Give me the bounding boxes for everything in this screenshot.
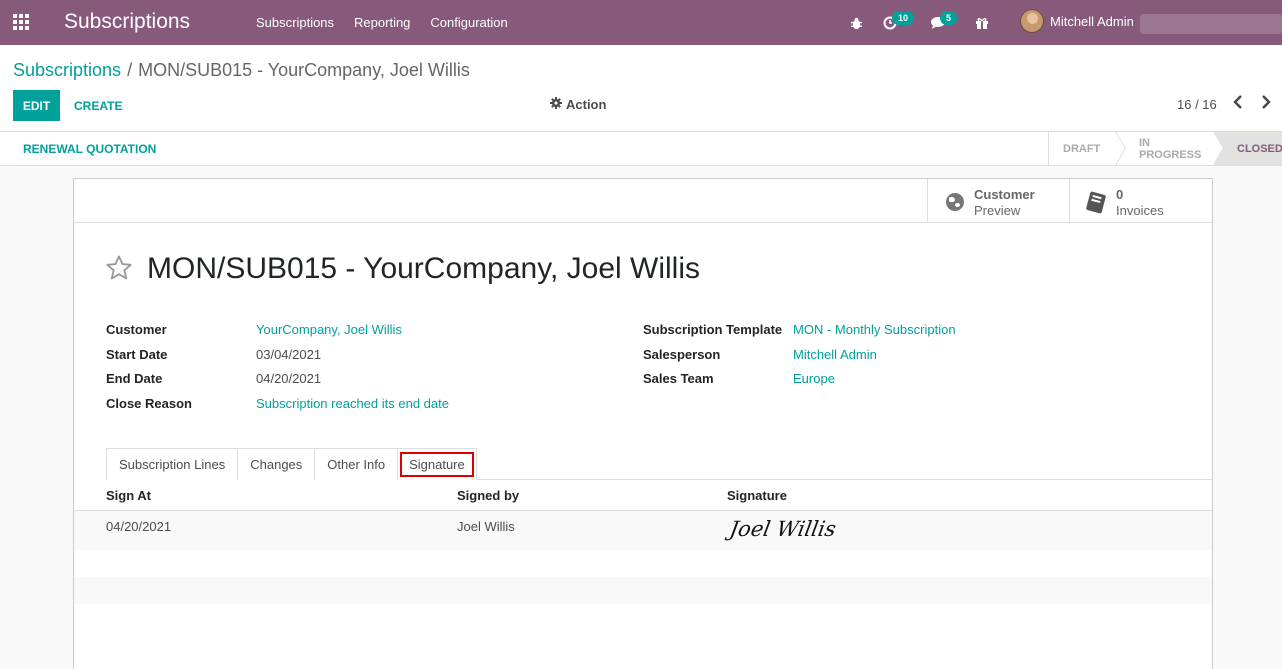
sign-at-cell: 04/20/2021 <box>106 519 172 534</box>
action-label: Action <box>566 97 607 112</box>
renewal-quotation-button[interactable]: RENEWAL QUOTATION <box>23 142 156 156</box>
gift-icon[interactable] <box>972 13 992 33</box>
user-menu[interactable]: Mitchell Admin <box>1020 9 1134 33</box>
table-row[interactable]: 04/20/2021 Joel Willis Joel Willis <box>74 511 1212 550</box>
statusbar: RENEWAL QUOTATION DRAFT IN PROGRESS CLOS… <box>0 132 1282 166</box>
stage-closed[interactable]: CLOSED <box>1214 132 1282 165</box>
smart-button-box: Customer Preview 0 Invoices <box>74 179 1212 223</box>
close-reason-label: Close Reason <box>106 396 192 411</box>
breadcrumb-separator: / <box>127 60 133 80</box>
notebook-tabs: Subscription Lines Changes Other Info Si… <box>106 448 1212 480</box>
message-count-badge: 5 <box>940 11 958 25</box>
pager-value[interactable]: 16 / 16 <box>1177 97 1217 112</box>
control-panel: Subscriptions / MON/SUB015 - YourCompany, … <box>0 45 1282 132</box>
empty-table-row <box>74 550 1212 577</box>
customer-value[interactable]: YourCompany, Joel Willis <box>256 322 402 337</box>
globe-icon <box>946 193 966 213</box>
salesperson-value[interactable]: Mitchell Admin <box>793 347 877 362</box>
column-header-signed-by[interactable]: Signed by <box>457 488 519 503</box>
column-header-sign-at[interactable]: Sign At <box>106 488 151 503</box>
apps-icon[interactable] <box>13 14 31 30</box>
signed-by-cell: Joel Willis <box>457 519 515 534</box>
close-reason-value[interactable]: Subscription reached its end date <box>256 396 449 411</box>
start-date-value: 03/04/2021 <box>256 347 322 362</box>
end-date-value: 04/20/2021 <box>256 371 322 386</box>
customer-label: Customer <box>106 322 167 337</box>
menu-item-configuration[interactable]: Configuration <box>430 15 507 30</box>
avatar <box>1020 9 1044 33</box>
form-sheet: Customer Preview 0 Invoices MON/SUB015 -… <box>73 178 1213 669</box>
customer-preview-label: Customer Preview <box>974 187 1035 218</box>
activity-count-badge: 10 <box>892 11 915 25</box>
column-header-signature[interactable]: Signature <box>727 488 787 503</box>
stage-label: IN PROGRESS <box>1139 136 1202 161</box>
stage-draft[interactable]: DRAFT <box>1048 132 1126 165</box>
gear-icon <box>550 97 562 112</box>
clock-icon[interactable]: 10 <box>880 11 915 33</box>
table-header: Sign At Signed by Signature <box>74 480 1212 511</box>
invoices-label: 0 Invoices <box>1116 187 1164 218</box>
tab-signature-label: Signature <box>400 452 474 477</box>
breadcrumb-current: MON/SUB015 - YourCompany, Joel Willis <box>138 60 470 80</box>
sales-team-label: Sales Team <box>643 371 714 386</box>
action-dropdown[interactable]: Action <box>550 97 606 112</box>
empty-table-row <box>74 577 1212 604</box>
stage-label: CLOSED <box>1237 142 1282 155</box>
tab-subscription-lines[interactable]: Subscription Lines <box>106 448 239 480</box>
salesperson-label: Salesperson <box>643 347 721 362</box>
chevron-left-icon[interactable] <box>1233 95 1243 114</box>
customer-preview-button[interactable]: Customer Preview <box>927 179 1070 223</box>
tab-other-info[interactable]: Other Info <box>314 448 399 480</box>
user-name: Mitchell Admin <box>1050 13 1134 29</box>
stage-selector: DRAFT IN PROGRESS CLOSED <box>1048 132 1282 166</box>
star-icon[interactable] <box>105 254 135 284</box>
stage-in-progress[interactable]: IN PROGRESS <box>1116 132 1224 165</box>
tab-signature[interactable]: Signature <box>397 448 477 480</box>
subscription-template-label: Subscription Template <box>643 322 783 337</box>
top-navbar: Subscriptions Subscriptions Reporting Co… <box>0 0 1282 45</box>
start-date-label: Start Date <box>106 347 168 362</box>
app-title: Subscriptions <box>64 10 191 33</box>
sales-team-value[interactable]: Europe <box>793 371 835 386</box>
systray: 10 5 <box>846 10 992 36</box>
invoices-button[interactable]: 0 Invoices <box>1069 179 1212 223</box>
subscription-template-value[interactable]: MON - Monthly Subscription <box>793 322 956 337</box>
end-date-label: End Date <box>106 371 163 386</box>
create-button[interactable]: CREATE <box>74 90 122 121</box>
signature-table: Sign At Signed by Signature 04/20/2021 J… <box>74 480 1212 604</box>
chevron-right-icon[interactable] <box>1261 95 1271 114</box>
record-title-row: MON/SUB015 - YourCompany, Joel Willis <box>105 252 700 286</box>
stage-label: DRAFT <box>1063 142 1101 155</box>
record-title: MON/SUB015 - YourCompany, Joel Willis <box>147 252 700 285</box>
breadcrumb-subscriptions[interactable]: Subscriptions <box>13 60 121 80</box>
menu-item-reporting[interactable]: Reporting <box>354 15 410 30</box>
chat-icon[interactable]: 5 <box>928 11 958 33</box>
breadcrumb: Subscriptions / MON/SUB015 - YourCompany, … <box>13 60 470 81</box>
edit-button[interactable]: EDIT <box>13 90 60 121</box>
book-icon <box>1085 191 1108 214</box>
signature-image: Joel Willis <box>727 517 838 541</box>
tab-changes[interactable]: Changes <box>237 448 316 480</box>
bug-icon[interactable] <box>846 13 866 33</box>
database-name-redacted <box>1140 14 1282 34</box>
menu-item-subscriptions[interactable]: Subscriptions <box>256 15 334 30</box>
main-menu: Subscriptions Reporting Configuration <box>256 15 508 30</box>
